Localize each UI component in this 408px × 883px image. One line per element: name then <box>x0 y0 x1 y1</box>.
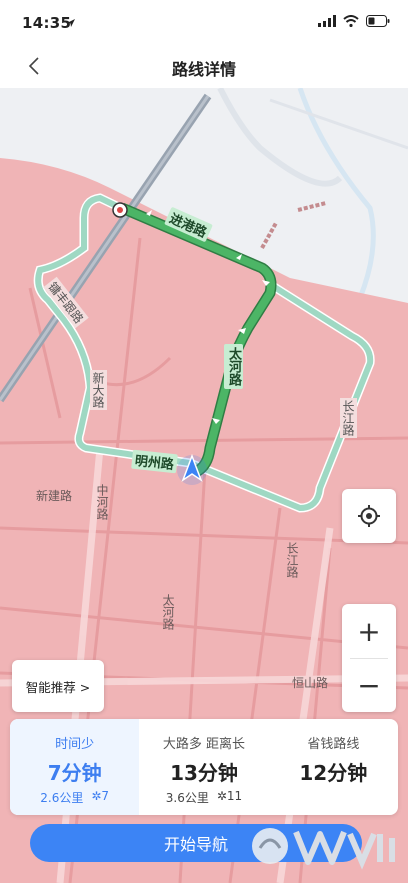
locate-button[interactable] <box>342 489 396 543</box>
status-bar: 14:35 <box>0 0 408 44</box>
road-label-changjiang-lower: 长江路 <box>285 542 299 578</box>
route-option-save-money[interactable]: 省钱路线 12分钟 <box>269 719 398 815</box>
route-distance: 2.6公里 <box>40 791 84 805</box>
location-arrow-icon <box>67 19 75 27</box>
route-lights: ✲7 <box>91 789 109 806</box>
route-distance: 3.6公里 <box>165 791 209 805</box>
status-time: 14:35 <box>22 14 72 32</box>
route-tag: 省钱路线 <box>307 737 360 752</box>
road-label-taihe: 太河路 <box>224 344 243 389</box>
route-meta: 3.6公里 ✲11 <box>139 789 268 806</box>
route-meta: 2.6公里 ✲7 <box>10 789 139 806</box>
road-label-xinda: 新大路 <box>90 370 107 410</box>
battery-icon <box>366 15 390 27</box>
traffic-light-count: 7 <box>101 789 110 803</box>
road-label-xinjian: 新建路 <box>36 489 73 503</box>
road-label-changjiang-upper: 长江路 <box>340 398 357 438</box>
locate-icon <box>358 505 380 527</box>
signal-icon <box>318 15 336 27</box>
route-time: 12分钟 <box>299 761 368 785</box>
zoom-in-button[interactable]: + <box>342 604 396 658</box>
road-label-hengshan: 恒山路 <box>292 676 329 690</box>
route-time: 7分钟 <box>47 761 102 785</box>
zoom-control: + − <box>342 604 396 712</box>
road-label-taihe-lower: 太河路 <box>161 594 175 630</box>
watermark-logo <box>252 828 395 870</box>
route-tag: 大路多 距离长 <box>162 737 246 752</box>
page-title: 路线详情 <box>171 60 236 79</box>
road-label-zhonghe: 中河路 <box>95 484 109 520</box>
zoom-out-button[interactable]: − <box>342 658 396 712</box>
nav-bar: 路线详情 <box>0 44 408 88</box>
traffic-light-count: 11 <box>226 789 243 803</box>
wifi-icon <box>343 15 359 27</box>
traffic-light-icon: ✲ <box>91 789 102 803</box>
route-tag: 时间少 <box>55 737 95 752</box>
smart-recommend-button[interactable]: 智能推荐 > <box>12 660 104 712</box>
route-lights: ✲11 <box>217 789 242 806</box>
route-time: 13分钟 <box>170 761 238 785</box>
route-options-panel: 时间少 7分钟 2.6公里 ✲7 大路多 距离长 13分钟 3.6公里 ✲11 … <box>10 719 398 815</box>
route-option-main-roads[interactable]: 大路多 距离长 13分钟 3.6公里 ✲11 <box>139 719 268 815</box>
traffic-light-icon: ✲ <box>216 789 227 803</box>
route-option-fastest[interactable]: 时间少 7分钟 2.6公里 ✲7 <box>10 719 140 815</box>
status-icons <box>318 15 390 27</box>
